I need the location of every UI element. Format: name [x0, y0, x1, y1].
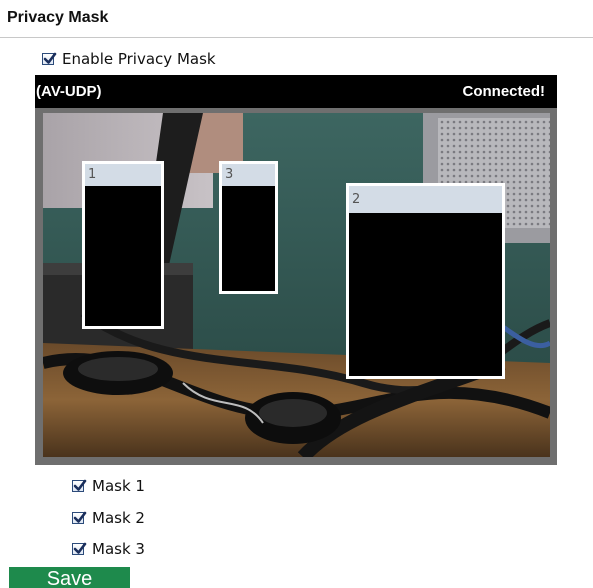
checkmark-icon — [73, 542, 87, 554]
mask-1-row[interactable]: Mask 1 — [72, 477, 145, 495]
enable-privacy-mask-label: Enable Privacy Mask — [62, 50, 216, 68]
enable-privacy-mask-checkbox[interactable] — [42, 52, 57, 65]
page-title: Privacy Mask — [7, 9, 109, 26]
checkmark-icon — [43, 52, 57, 64]
connection-status: Connected! — [462, 83, 546, 100]
save-button[interactable]: Save — [9, 567, 130, 588]
checkmark-icon — [73, 511, 87, 523]
mask-3-number: 3 — [225, 167, 234, 182]
mask-3-handle[interactable]: 3 — [222, 164, 275, 186]
video-status-bar: (AV-UDP) Connected! — [35, 75, 557, 108]
mask-2-label: Mask 2 — [92, 509, 145, 527]
mask-3-checkbox[interactable] — [72, 542, 87, 555]
mask-2-handle[interactable]: 2 — [349, 186, 502, 213]
mask-1-number: 1 — [88, 167, 97, 182]
mask-2-number: 2 — [352, 192, 361, 207]
mask-2-checkbox[interactable] — [72, 511, 87, 524]
mask-1-checkbox[interactable] — [72, 479, 87, 492]
enable-privacy-mask-row[interactable]: Enable Privacy Mask — [42, 50, 216, 68]
video-panel: (AV-UDP) Connected! 1 3 2 — [35, 75, 557, 465]
mask-2-row[interactable]: Mask 2 — [72, 509, 145, 527]
section-header: Privacy Mask — [0, 0, 593, 38]
mask-1-label: Mask 1 — [92, 477, 145, 495]
mask-1-handle[interactable]: 1 — [85, 164, 161, 186]
video-source-label: (AV-UDP) — [36, 83, 102, 100]
mask-3-label: Mask 3 — [92, 540, 145, 558]
privacy-mask-3[interactable]: 3 — [219, 161, 278, 294]
mask-3-row[interactable]: Mask 3 — [72, 540, 145, 558]
privacy-mask-1[interactable]: 1 — [82, 161, 164, 329]
privacy-mask-2[interactable]: 2 — [346, 183, 505, 379]
checkmark-icon — [73, 479, 87, 491]
camera-view[interactable]: 1 3 2 — [43, 113, 550, 457]
